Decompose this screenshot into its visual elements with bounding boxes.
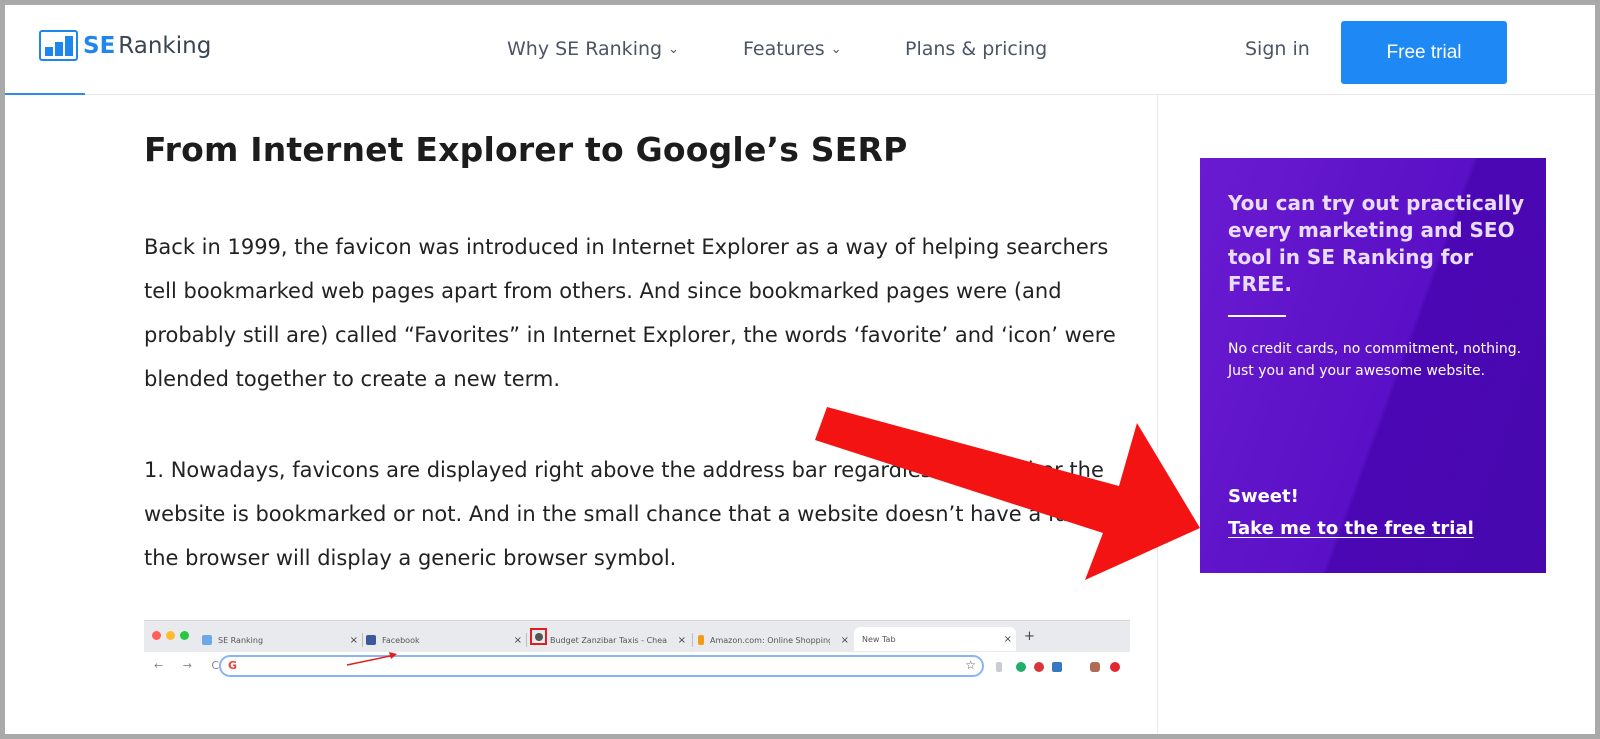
logo-bars-icon bbox=[39, 30, 78, 61]
article-heading: From Internet Explorer to Google’s SERP bbox=[144, 130, 908, 169]
nav-features[interactable]: Features ⌄ bbox=[743, 38, 842, 60]
close-dot-icon bbox=[152, 631, 161, 640]
tab-label: Amazon.com: Online Shopping bbox=[710, 635, 830, 645]
nav-why-label: Why SE Ranking bbox=[507, 38, 663, 60]
address-bar: G ☆ bbox=[219, 655, 984, 677]
new-tab-icon: + bbox=[1024, 629, 1035, 644]
chevron-down-icon: ⌄ bbox=[668, 41, 679, 57]
small-red-arrow-icon bbox=[346, 652, 397, 666]
amazon-favicon bbox=[698, 635, 704, 645]
browser-tab: Budget Zanzibar Taxis - Chea × bbox=[550, 629, 690, 651]
logo[interactable]: SE Ranking bbox=[39, 30, 211, 61]
se-ranking-favicon bbox=[202, 635, 212, 645]
tab-label: Budget Zanzibar Taxis - Chea bbox=[550, 635, 668, 645]
promo-headline: You can try out practically every market… bbox=[1228, 191, 1525, 296]
browser-nav-icons: ← → C bbox=[154, 659, 228, 672]
promo-line: Just you and your awesome website. bbox=[1228, 363, 1486, 379]
browser-tab-active: New Tab × bbox=[854, 627, 1016, 651]
nav-why-se-ranking[interactable]: Why SE Ranking ⌄ bbox=[507, 38, 679, 60]
logo-ranking-text: Ranking bbox=[118, 32, 212, 59]
article: From Internet Explorer to Google’s SERP … bbox=[144, 130, 1134, 570]
close-icon: × bbox=[1003, 633, 1012, 645]
page-frame: SE Ranking Why SE Ranking ⌄ Features ⌄ P… bbox=[5, 5, 1595, 734]
google-icon: G bbox=[228, 659, 238, 672]
star-icon: ☆ bbox=[965, 658, 976, 672]
browser-toolbar: ← → C G ☆ bbox=[144, 652, 1130, 683]
tab-label: SE Ranking bbox=[218, 635, 264, 645]
highlighted-globe-favicon bbox=[530, 628, 547, 645]
promo-subtext: No credit cards, no commitment, nothing.… bbox=[1228, 338, 1528, 382]
globe-icon bbox=[535, 633, 543, 641]
tab-separator bbox=[692, 633, 693, 647]
nav-plans-pricing[interactable]: Plans & pricing bbox=[905, 38, 1047, 60]
article-paragraph: Back in 1999, the favicon was introduced… bbox=[144, 235, 1116, 391]
logo-se-text: SE bbox=[83, 32, 116, 59]
free-trial-button[interactable]: Free trial bbox=[1341, 21, 1507, 84]
close-icon: × bbox=[840, 634, 849, 646]
minimize-dot-icon bbox=[166, 631, 175, 640]
promo-card: You can try out practically every market… bbox=[1200, 158, 1546, 573]
chevron-down-icon: ⌄ bbox=[830, 41, 842, 57]
browser-tab: Amazon.com: Online Shopping × bbox=[698, 629, 853, 651]
window-controls bbox=[152, 631, 189, 640]
sign-in-link[interactable]: Sign in bbox=[1245, 38, 1310, 60]
nav-plans-label: Plans & pricing bbox=[905, 38, 1048, 60]
extension-icon bbox=[996, 662, 1002, 672]
extension-icon bbox=[1034, 662, 1044, 672]
extension-icon bbox=[1110, 662, 1120, 672]
site-header: SE Ranking Why SE Ranking ⌄ Features ⌄ P… bbox=[5, 5, 1595, 95]
close-icon: × bbox=[677, 634, 686, 646]
article-paragraph: 1. Nowadays, favicons are displayed righ… bbox=[144, 458, 1131, 570]
tab-separator bbox=[526, 633, 527, 647]
nav-features-label: Features bbox=[743, 38, 825, 60]
header-active-indicator bbox=[5, 93, 85, 95]
browser-tab: SE Ranking × bbox=[202, 629, 362, 651]
promo-line: No credit cards, no commitment, nothing. bbox=[1228, 341, 1522, 357]
tab-label: New Tab bbox=[862, 634, 896, 644]
sidebar-divider bbox=[1157, 95, 1158, 734]
extension-icon bbox=[1090, 662, 1100, 672]
promo-divider bbox=[1228, 315, 1286, 317]
extension-icon bbox=[1052, 662, 1062, 672]
close-icon: × bbox=[513, 634, 522, 646]
free-trial-link[interactable]: Take me to the free trial bbox=[1228, 518, 1474, 539]
extension-icon bbox=[1016, 662, 1026, 672]
maximize-dot-icon bbox=[180, 631, 189, 640]
promo-sweet: Sweet! bbox=[1228, 486, 1299, 507]
browser-screenshot-image: SE Ranking × Facebook × Budget Zanzibar … bbox=[144, 620, 1130, 683]
